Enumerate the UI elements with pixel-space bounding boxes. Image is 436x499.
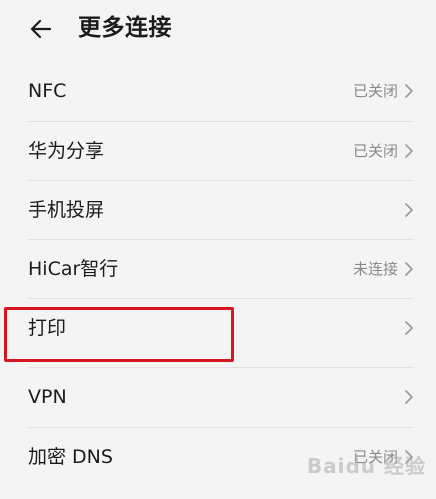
chevron-right-icon	[404, 83, 414, 99]
arrow-left-icon	[30, 19, 52, 39]
chevron-right-icon	[404, 202, 414, 218]
header: 更多连接	[0, 0, 436, 58]
list-item-label: HiCar智行	[28, 258, 119, 280]
chevron-right-icon	[404, 320, 414, 336]
highlight-annotation-box	[4, 307, 234, 362]
list-item-label: 手机投屏	[28, 199, 105, 221]
list-item-huawei-share[interactable]: 华为分享 已关闭	[28, 122, 414, 180]
status-text: 未连接	[352, 260, 398, 278]
list-item-hicar[interactable]: HiCar智行 未连接	[28, 240, 414, 298]
page-title: 更多连接	[78, 15, 172, 41]
list-item-screen-projection[interactable]: 手机投屏	[28, 181, 414, 239]
chevron-right-icon	[404, 143, 414, 159]
list-item-label: 华为分享	[28, 140, 105, 162]
list-item-vpn[interactable]: VPN	[28, 368, 414, 426]
list-item-label: NFC	[28, 80, 67, 102]
status-text: 已关闭	[352, 142, 398, 160]
status-text: 已关闭	[352, 82, 398, 100]
list-item-nfc[interactable]: NFC 已关闭	[28, 62, 414, 120]
watermark: Baidu 经验	[306, 454, 426, 478]
back-button[interactable]	[24, 12, 58, 46]
chevron-right-icon	[404, 261, 414, 277]
list-item-label: VPN	[28, 386, 67, 408]
chevron-right-icon	[404, 389, 414, 405]
list-item-label: 加密 DNS	[28, 446, 113, 468]
